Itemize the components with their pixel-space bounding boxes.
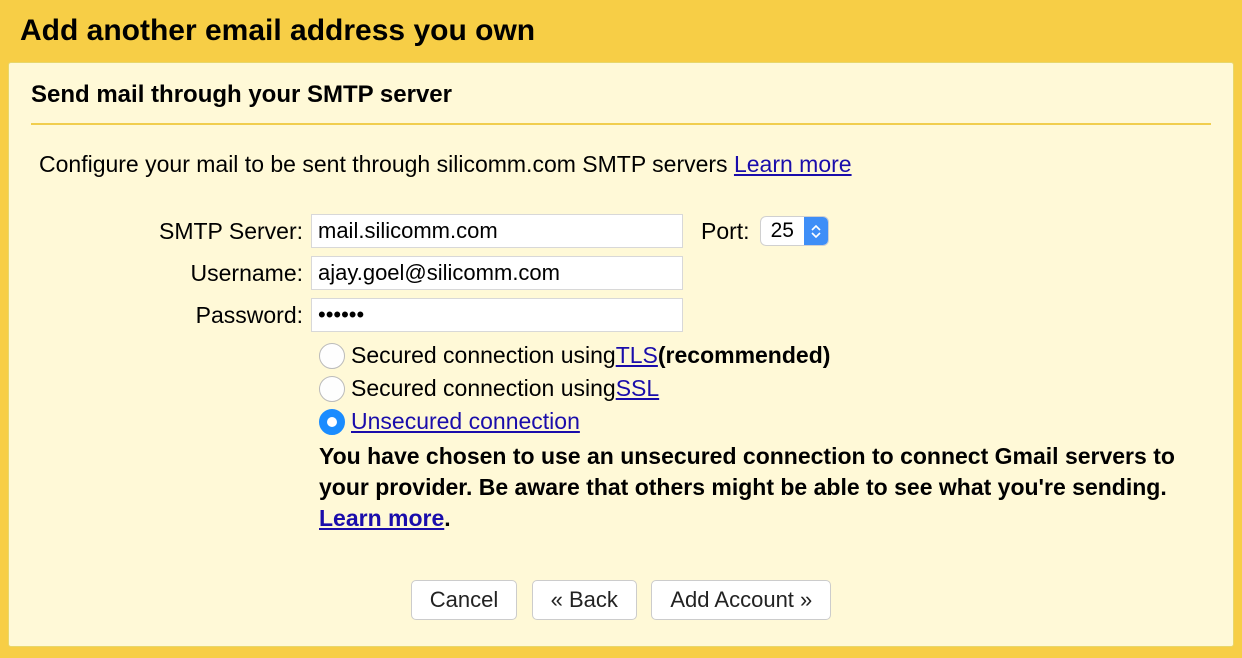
port-select[interactable]: 25 xyxy=(760,216,829,246)
back-button[interactable]: « Back xyxy=(532,580,637,620)
radio-tls[interactable] xyxy=(319,343,345,369)
password-input[interactable] xyxy=(311,298,683,332)
button-row: Cancel « Back Add Account » xyxy=(31,580,1211,620)
dialog-title: Add another email address you own xyxy=(20,14,1222,48)
radio-ssl-row[interactable]: Secured connection using SSL xyxy=(319,375,1211,402)
radio-tls-prefix: Secured connection using xyxy=(351,342,616,369)
cancel-button[interactable]: Cancel xyxy=(411,580,517,620)
radio-ssl[interactable] xyxy=(319,376,345,402)
dialog-container: Add another email address you own Send m… xyxy=(0,0,1242,658)
learn-more-link[interactable]: Learn more xyxy=(734,151,852,177)
password-row: Password: xyxy=(121,298,1211,332)
chevron-up-down-icon xyxy=(804,217,828,245)
add-account-button[interactable]: Add Account » xyxy=(651,580,831,620)
section-description: Configure your mail to be sent through s… xyxy=(31,151,1211,178)
security-radio-group: Secured connection using TLS (recommende… xyxy=(319,342,1211,435)
radio-unsecured-row[interactable]: Unsecured connection xyxy=(319,408,1211,435)
username-label: Username: xyxy=(121,260,311,287)
username-row: Username: xyxy=(121,256,1211,290)
password-label: Password: xyxy=(121,302,311,329)
port-value: 25 xyxy=(761,217,804,245)
unsecured-link[interactable]: Unsecured connection xyxy=(351,408,580,435)
smtp-server-row: SMTP Server: Port: 25 xyxy=(121,214,1211,248)
warning-text: You have chosen to use an unsecured conn… xyxy=(319,443,1175,500)
warning-learn-more-link[interactable]: Learn more xyxy=(319,505,444,531)
tls-link[interactable]: TLS xyxy=(616,342,658,369)
port-group: Port: 25 xyxy=(701,216,829,246)
description-text: Configure your mail to be sent through s… xyxy=(39,151,734,177)
ssl-link[interactable]: SSL xyxy=(616,375,659,402)
smtp-server-label: SMTP Server: xyxy=(121,218,311,245)
smtp-server-input[interactable] xyxy=(311,214,683,248)
dialog-header: Add another email address you own xyxy=(0,0,1242,62)
username-input[interactable] xyxy=(311,256,683,290)
radio-tls-suffix: (recommended) xyxy=(658,342,831,369)
radio-tls-row[interactable]: Secured connection using TLS (recommende… xyxy=(319,342,1211,369)
dialog-body: Send mail through your SMTP server Confi… xyxy=(8,62,1234,647)
radio-unsecured[interactable] xyxy=(319,409,345,435)
section-subtitle: Send mail through your SMTP server xyxy=(31,81,1211,125)
smtp-form: SMTP Server: Port: 25 Username: xyxy=(31,214,1211,534)
warning-period: . xyxy=(444,505,450,531)
radio-ssl-prefix: Secured connection using xyxy=(351,375,616,402)
unsecured-warning: You have chosen to use an unsecured conn… xyxy=(319,441,1211,534)
port-label: Port: xyxy=(701,218,750,245)
